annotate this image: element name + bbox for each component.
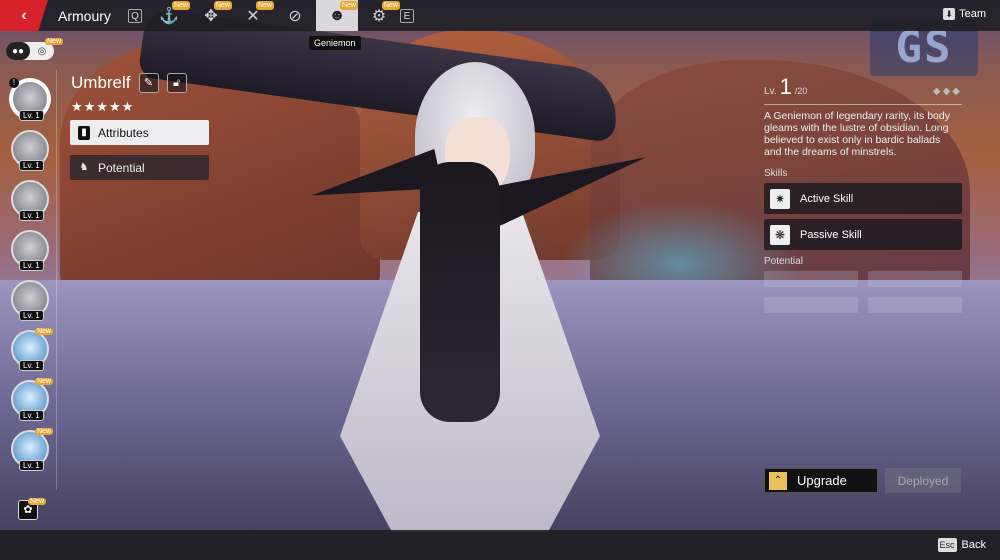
team-label: Team xyxy=(959,8,986,20)
level-badge: Lv. 1 xyxy=(19,160,44,171)
active-skill-label: Active Skill xyxy=(800,192,854,205)
passive-skill-button[interactable]: ❋ Passive Skill xyxy=(764,219,962,250)
geniemon-filter-icon[interactable]: ●● xyxy=(6,42,30,60)
skills-heading: Skills xyxy=(764,168,788,179)
category-tabs: ⚓ New ✥ New ✕ New ⊘ ☻ New ⚙ New xyxy=(148,0,400,31)
passive-skill-label: Passive Skill xyxy=(800,228,862,241)
roster-slot[interactable]: Lv. 1 New xyxy=(11,378,53,421)
new-badge: New xyxy=(45,38,64,45)
slash-circle-icon: ⊘ xyxy=(288,7,302,25)
roster-slot[interactable]: Lv. 1 New xyxy=(11,328,53,371)
tab-geniemon[interactable]: ☻ New xyxy=(316,0,358,31)
rank-diamonds: ◆◆◆ xyxy=(932,86,962,97)
roster-slot[interactable]: Lv. 1 xyxy=(11,280,49,321)
game-screen: GS ‹ Armoury Q ⚓ New ✥ New ✕ New ⊘ ☻ New ⚙ New E ⬇… xyxy=(0,0,1000,560)
divider xyxy=(56,70,57,490)
esc-key: Esc xyxy=(937,538,957,552)
level-badge: Lv. 1 xyxy=(19,360,44,371)
potential-heading: Potential xyxy=(764,256,803,267)
upgrade-label: Upgrade xyxy=(797,473,847,488)
tab-tooltip: Geniemon xyxy=(309,36,361,50)
potential-tab[interactable]: ♞ Potential xyxy=(70,155,209,180)
attributes-tab[interactable]: ▮ Attributes xyxy=(70,120,209,145)
level-badge: Lv. 1 xyxy=(19,410,44,421)
potential-icon: ♞ xyxy=(79,161,89,173)
level-badge: Lv. 1 xyxy=(19,460,44,471)
tab-anchor[interactable]: ⚓ New xyxy=(148,0,190,31)
menu-button[interactable]: ‹ xyxy=(0,0,48,31)
roster-slot[interactable]: Lv. 1! xyxy=(9,78,49,121)
tab-gear[interactable]: ⚙ New xyxy=(358,0,400,31)
geniemon-model xyxy=(420,162,500,422)
divider xyxy=(764,104,962,105)
prev-tab-key[interactable]: Q xyxy=(128,8,142,23)
new-badge: New xyxy=(339,1,358,10)
new-badge: New xyxy=(381,1,400,10)
level-badge: Lv. 1 xyxy=(19,110,44,121)
attributes-icon: ▮ xyxy=(78,125,90,140)
level-value: 1 xyxy=(779,74,792,99)
team-icon: ⬇ xyxy=(943,8,956,20)
rarity-stars: ★★★★★ xyxy=(71,99,135,114)
potential-slot[interactable] xyxy=(868,297,962,313)
new-badge: New xyxy=(34,378,53,385)
upgrade-button[interactable]: ⌃ Upgrade xyxy=(764,468,878,493)
character-model xyxy=(300,62,640,532)
active-skill-button[interactable]: ✷ Active Skill xyxy=(764,183,962,214)
edit-icon[interactable]: ✎ xyxy=(138,73,159,93)
alert-icon: ! xyxy=(9,78,19,88)
bottom-bar: Esc Back xyxy=(0,530,1000,560)
potential-slot[interactable] xyxy=(764,297,858,313)
roster-slot[interactable]: Lv. 1 xyxy=(11,130,49,171)
character-name: Umbrelf xyxy=(71,73,131,92)
chevron-up-icon: ⌃ xyxy=(769,471,787,490)
passive-skill-icon: ❋ xyxy=(770,224,790,245)
name-row: Umbrelf ✎ 🔓︎ xyxy=(71,73,187,93)
tab-cross-sword[interactable]: ✥ New xyxy=(190,0,232,31)
potential-grid xyxy=(764,271,962,313)
roster-slot[interactable]: Lv. 1 xyxy=(11,180,49,221)
top-bar: ‹ Armoury Q ⚓ New ✥ New ✕ New ⊘ ☻ New ⚙ New E ⬇ Te… xyxy=(0,0,1000,31)
new-badge: New xyxy=(213,1,232,10)
lock-icon[interactable]: 🔓︎ xyxy=(166,73,187,93)
tab-slash-circle[interactable]: ⊘ xyxy=(274,0,316,31)
potential-slot[interactable] xyxy=(868,271,962,287)
level-row: Lv. 1 /20 ◆◆◆ xyxy=(764,74,962,100)
next-tab-key[interactable]: E xyxy=(400,8,414,23)
back-label: Back xyxy=(961,539,986,551)
new-badge: New xyxy=(255,1,274,10)
level-badge: Lv. 1 xyxy=(19,310,44,321)
potential-label: Potential xyxy=(98,160,145,175)
active-skill-icon: ✷ xyxy=(770,188,790,209)
description-text: A Geniemon of legendary rarity, its body… xyxy=(764,110,950,158)
deployed-button[interactable]: Deployed xyxy=(885,468,961,493)
roster-slot[interactable]: Lv. 1 xyxy=(11,230,49,271)
new-badge: New xyxy=(28,498,47,505)
level-max: /20 xyxy=(794,86,808,96)
level-label: Lv. xyxy=(764,86,777,97)
geniemon-roster: Lv. 1! Lv. 1 Lv. 1 Lv. 1 Lv. 1 Lv. 1 New Lv. 1N… xyxy=(7,78,53,480)
new-badge: New xyxy=(171,1,190,10)
details-panel: Lv. 1 /20 ◆◆◆ A Geniemon of legendary ra… xyxy=(764,74,962,313)
new-badge: New xyxy=(34,328,53,335)
attributes-label: Attributes xyxy=(98,125,149,140)
new-badge: New xyxy=(34,428,53,435)
level-badge: Lv. 1 xyxy=(19,210,44,221)
chevron-left-icon: ‹ xyxy=(21,6,27,24)
back-button[interactable]: Esc Back xyxy=(937,538,986,552)
potential-slot[interactable] xyxy=(764,271,858,287)
level-badge: Lv. 1 xyxy=(19,260,44,271)
team-button[interactable]: ⬇ Team xyxy=(943,8,986,20)
page-title: Armoury xyxy=(58,7,111,24)
roster-slot[interactable]: Lv. 1 New xyxy=(11,428,53,471)
tab-crossed-tools[interactable]: ✕ New xyxy=(232,0,274,31)
